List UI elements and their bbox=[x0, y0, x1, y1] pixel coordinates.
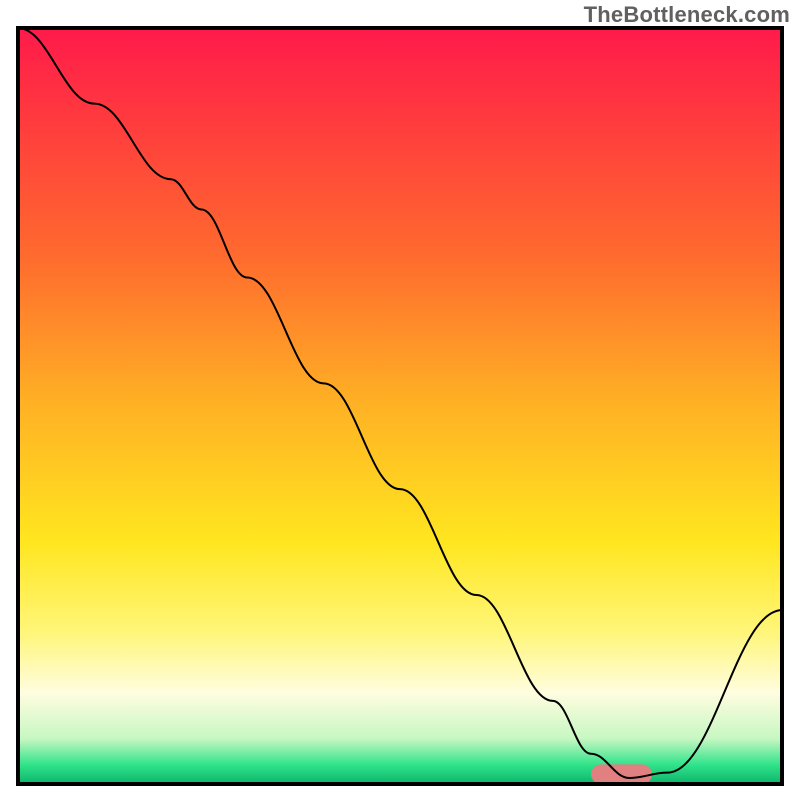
chart-frame: TheBottleneck.com bbox=[0, 0, 800, 800]
optimal-zone-marker bbox=[591, 764, 652, 784]
bottleneck-chart bbox=[0, 0, 800, 800]
